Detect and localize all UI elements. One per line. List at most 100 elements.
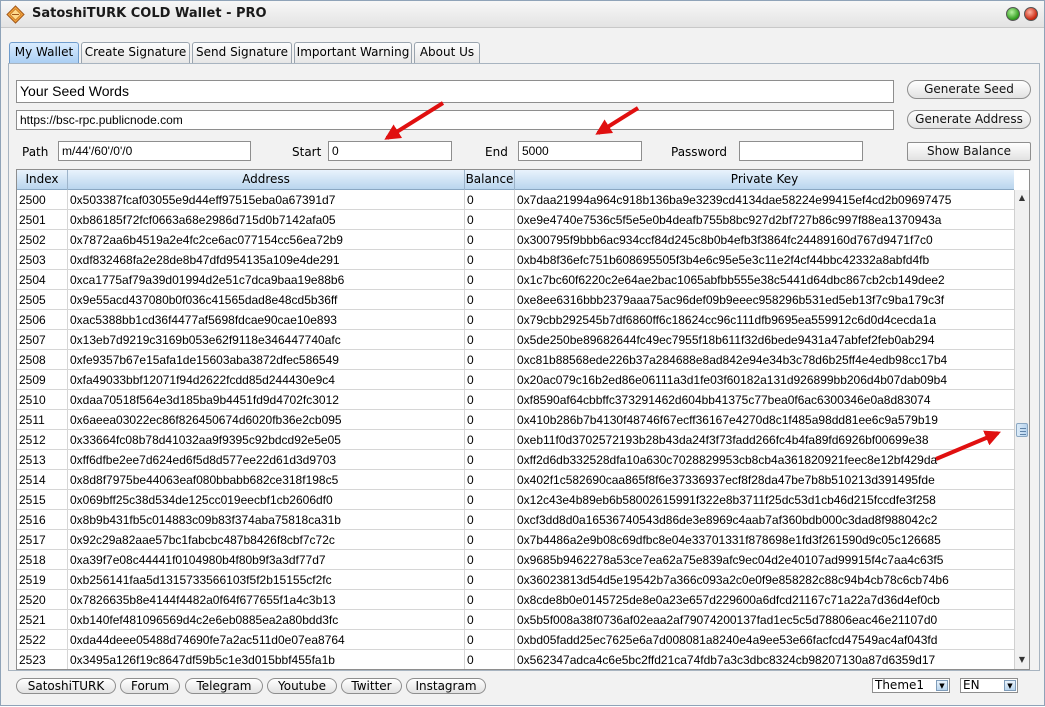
cell-address: 0x9e55acd437080b0f036c41565dad8e48cd5b36… bbox=[68, 290, 465, 310]
table-row[interactable]: 2519 0xb256141faa5d1315733566103f5f2b1515… bbox=[17, 570, 1014, 590]
cell-address: 0xdf832468fa2e28de8b47dfd954135a109e4de2… bbox=[68, 250, 465, 270]
table-row[interactable]: 2513 0xff6dfbe2ee7d624ed6f5d8d577ee22d61d… bbox=[17, 450, 1014, 470]
cell-address: 0x13eb7d9219c3169b053e62f9118e346447740a… bbox=[68, 330, 465, 350]
triangle-down-icon[interactable]: ▼ bbox=[1004, 680, 1016, 691]
table-row[interactable]: 2516 0x8b9b431fb5c014883c09b83f374aba7581… bbox=[17, 510, 1014, 530]
cell-balance: 0 bbox=[465, 190, 515, 210]
cell-private-key: 0xbd05fadd25ec7625e6a7d008081a8240e4a9ee… bbox=[517, 633, 938, 647]
tab-about-us[interactable]: About Us bbox=[414, 42, 480, 63]
language-select[interactable]: EN ▼ bbox=[960, 678, 1018, 693]
cell-index: 2507 bbox=[17, 330, 68, 350]
cell-private-key: 0x410b286b7b4130f48746f67ecff36167e4270d… bbox=[517, 413, 938, 427]
path-input[interactable]: m/44'/60'/0'/0 bbox=[58, 141, 251, 161]
instagram-link-button[interactable]: Instagram bbox=[406, 678, 486, 694]
cell-index: 2518 bbox=[17, 550, 68, 570]
table-row[interactable]: 2518 0xa39f7e08c44441f0104980b4f80b9f3a3d… bbox=[17, 550, 1014, 570]
generate-address-button[interactable]: Generate Address bbox=[907, 110, 1031, 129]
scrollbar-thumb[interactable] bbox=[1016, 423, 1028, 437]
cell-private-key: 0xe9e4740e7536c5f5e5e0b4deafb755b8bc927d… bbox=[517, 213, 942, 227]
cell-address: 0xa39f7e08c44441f0104980b4f80b9f3a3df77d… bbox=[68, 550, 465, 570]
triangle-down-icon[interactable]: ▼ bbox=[936, 680, 948, 691]
cell-balance: 0 bbox=[465, 590, 515, 610]
table-row[interactable]: 2521 0xb140fef481096569d4c2e6eb0885ea2a80… bbox=[17, 610, 1014, 630]
table-row[interactable]: 2509 0xfa49033bbf12071f94d2622fcdd85d2444… bbox=[17, 370, 1014, 390]
cell-index: 2521 bbox=[17, 610, 68, 630]
cell-address: 0xda44deee05488d74690fe7a2ac511d0e07ea87… bbox=[68, 630, 465, 650]
tab-my-wallet[interactable]: My Wallet bbox=[9, 42, 79, 64]
scroll-up-icon[interactable]: ▲ bbox=[1015, 191, 1029, 205]
column-header-index[interactable]: Index bbox=[17, 170, 68, 190]
telegram-link-button[interactable]: Telegram bbox=[185, 678, 263, 694]
cell-private-key: 0x9685b9462278a53ce7ea62a75e839afc9ec04d… bbox=[517, 553, 944, 567]
cell-private-key: 0x300795f9bbb6ac934ccf84d245c8b0b4efb3f3… bbox=[517, 233, 933, 247]
cell-private-key: 0xeb11f0d3702572193b28b43da24f3f73fadd26… bbox=[517, 433, 929, 447]
tab-send-signature[interactable]: Send Signature bbox=[192, 42, 292, 63]
table-row[interactable]: 2522 0xda44deee05488d74690fe7a2ac511d0e07… bbox=[17, 630, 1014, 650]
theme-select[interactable]: Theme1 ▼ bbox=[872, 678, 950, 693]
column-header-balance[interactable]: Balance bbox=[465, 170, 515, 190]
cell-private-key: 0x402f1c582690caa865f8f6e37336937ecf8f28… bbox=[517, 473, 935, 487]
twitter-link-button[interactable]: Twitter bbox=[341, 678, 402, 694]
cell-private-key: 0xb4b8f36efc751b608695505f3b4e6c95e5e3c1… bbox=[517, 253, 930, 267]
cell-balance: 0 bbox=[465, 470, 515, 490]
table-body: 2500 0x503387fcaf03055e9d44eff97515eba0a6… bbox=[17, 190, 1014, 669]
cell-private-key: 0x7b4486a2e9b08c69dfbc8e04e33701331f8786… bbox=[517, 533, 941, 547]
cell-index: 2514 bbox=[17, 470, 68, 490]
table-row[interactable]: 2504 0xca1775af79a39d01994d2e51c7dca9baa1… bbox=[17, 270, 1014, 290]
vertical-scrollbar[interactable]: ▲ ▼ bbox=[1014, 190, 1029, 669]
table-row[interactable]: 2502 0x7872aa6b4519a2e4fc2ce6ac077154cc56… bbox=[17, 230, 1014, 250]
table-row[interactable]: 2501 0xb86185f72fcf0663a68e2986d715d0b714… bbox=[17, 210, 1014, 230]
table-row[interactable]: 2505 0x9e55acd437080b0f036c41565dad8e48cd… bbox=[17, 290, 1014, 310]
table-row[interactable]: 2517 0x92c29a82aae57bc1fabcbc487b8426f8cb… bbox=[17, 530, 1014, 550]
cell-index: 2513 bbox=[17, 450, 68, 470]
show-balance-button[interactable]: Show Balance bbox=[907, 142, 1031, 161]
cell-private-key: 0xc81b88568ede226b37a284688e8ad842e94e34… bbox=[517, 353, 948, 367]
start-input[interactable]: 0 bbox=[328, 141, 452, 161]
table-row[interactable]: 2520 0x7826635b8e4144f4482a0f64f677655f1a… bbox=[17, 590, 1014, 610]
table-row[interactable]: 2503 0xdf832468fa2e28de8b47dfd954135a109e… bbox=[17, 250, 1014, 270]
cell-private-key: 0x7daa21994a964c918b136ba9e3239cd4134dae… bbox=[517, 193, 952, 207]
title-bar: SatoshiTURK COLD Wallet - PRO bbox=[1, 1, 1044, 28]
table-row[interactable]: 2514 0x8d8f7975be44063eaf080bbabb682ce318… bbox=[17, 470, 1014, 490]
column-header-address[interactable]: Address bbox=[68, 170, 465, 190]
table-row[interactable]: 2510 0xdaa70518f564e3d185ba9b4451fd9d4702… bbox=[17, 390, 1014, 410]
scroll-down-icon[interactable]: ▼ bbox=[1015, 653, 1029, 667]
table-row[interactable]: 2512 0x33664fc08b78d41032aa9f9395c92bdcd9… bbox=[17, 430, 1014, 450]
red-circle-icon[interactable] bbox=[1024, 7, 1038, 21]
table-row[interactable]: 2515 0x069bff25c38d534de125cc019eecbf1cb2… bbox=[17, 490, 1014, 510]
cell-balance: 0 bbox=[465, 450, 515, 470]
forum-link-button[interactable]: Forum bbox=[120, 678, 180, 694]
password-label: Password bbox=[671, 145, 728, 159]
table-row[interactable]: 2511 0x6aeea03022ec86f826450674d6020fb36e… bbox=[17, 410, 1014, 430]
cell-address: 0xfa49033bbf12071f94d2622fcdd85d244430e9… bbox=[68, 370, 465, 390]
cell-balance: 0 bbox=[465, 430, 515, 450]
table-row[interactable]: 2500 0x503387fcaf03055e9d44eff97515eba0a6… bbox=[17, 190, 1014, 210]
cell-index: 2512 bbox=[17, 430, 68, 450]
column-header-private-key[interactable]: Private Key bbox=[515, 170, 1014, 190]
table-row[interactable]: 2523 0x3495a126f19c8647df59b5c1e3d015bbf4… bbox=[17, 650, 1014, 669]
end-input[interactable]: 5000 bbox=[518, 141, 642, 161]
rpc-url-input[interactable]: https://bsc-rpc.publicnode.com bbox=[16, 110, 894, 130]
cell-balance: 0 bbox=[465, 550, 515, 570]
green-circle-icon[interactable] bbox=[1006, 7, 1020, 21]
cell-index: 2511 bbox=[17, 410, 68, 430]
tab-important-warning[interactable]: Important Warning bbox=[294, 42, 412, 63]
start-label: Start bbox=[292, 145, 322, 159]
cell-balance: 0 bbox=[465, 650, 515, 669]
cell-private-key: 0xf8590af64cbbffc373291462d604bb41375c77… bbox=[517, 393, 931, 407]
tab-create-signature[interactable]: Create Signature bbox=[81, 42, 190, 63]
cell-balance: 0 bbox=[465, 370, 515, 390]
theme-select-value: Theme1 bbox=[875, 678, 925, 692]
cell-balance: 0 bbox=[465, 350, 515, 370]
seed-words-input[interactable]: Your Seed Words bbox=[16, 80, 894, 103]
youtube-link-button[interactable]: Youtube bbox=[267, 678, 337, 694]
generate-seed-button[interactable]: Generate Seed bbox=[907, 80, 1031, 99]
table-row[interactable]: 2507 0x13eb7d9219c3169b053e62f9118e346447… bbox=[17, 330, 1014, 350]
table-row[interactable]: 2506 0xac5388bb1cd36f4477af5698fdcae90cae… bbox=[17, 310, 1014, 330]
password-input[interactable] bbox=[739, 141, 863, 161]
satoshiturk-link-button[interactable]: SatoshiTURK bbox=[16, 678, 116, 694]
cell-index: 2500 bbox=[17, 190, 68, 210]
cell-private-key: 0x36023813d54d5e19542b7a366c093a2c0e0f9e… bbox=[517, 573, 949, 587]
table-row[interactable]: 2508 0xfe9357b67e15afa1de15603aba3872dfec… bbox=[17, 350, 1014, 370]
cell-address: 0xac5388bb1cd36f4477af5698fdcae90cae10e8… bbox=[68, 310, 465, 330]
